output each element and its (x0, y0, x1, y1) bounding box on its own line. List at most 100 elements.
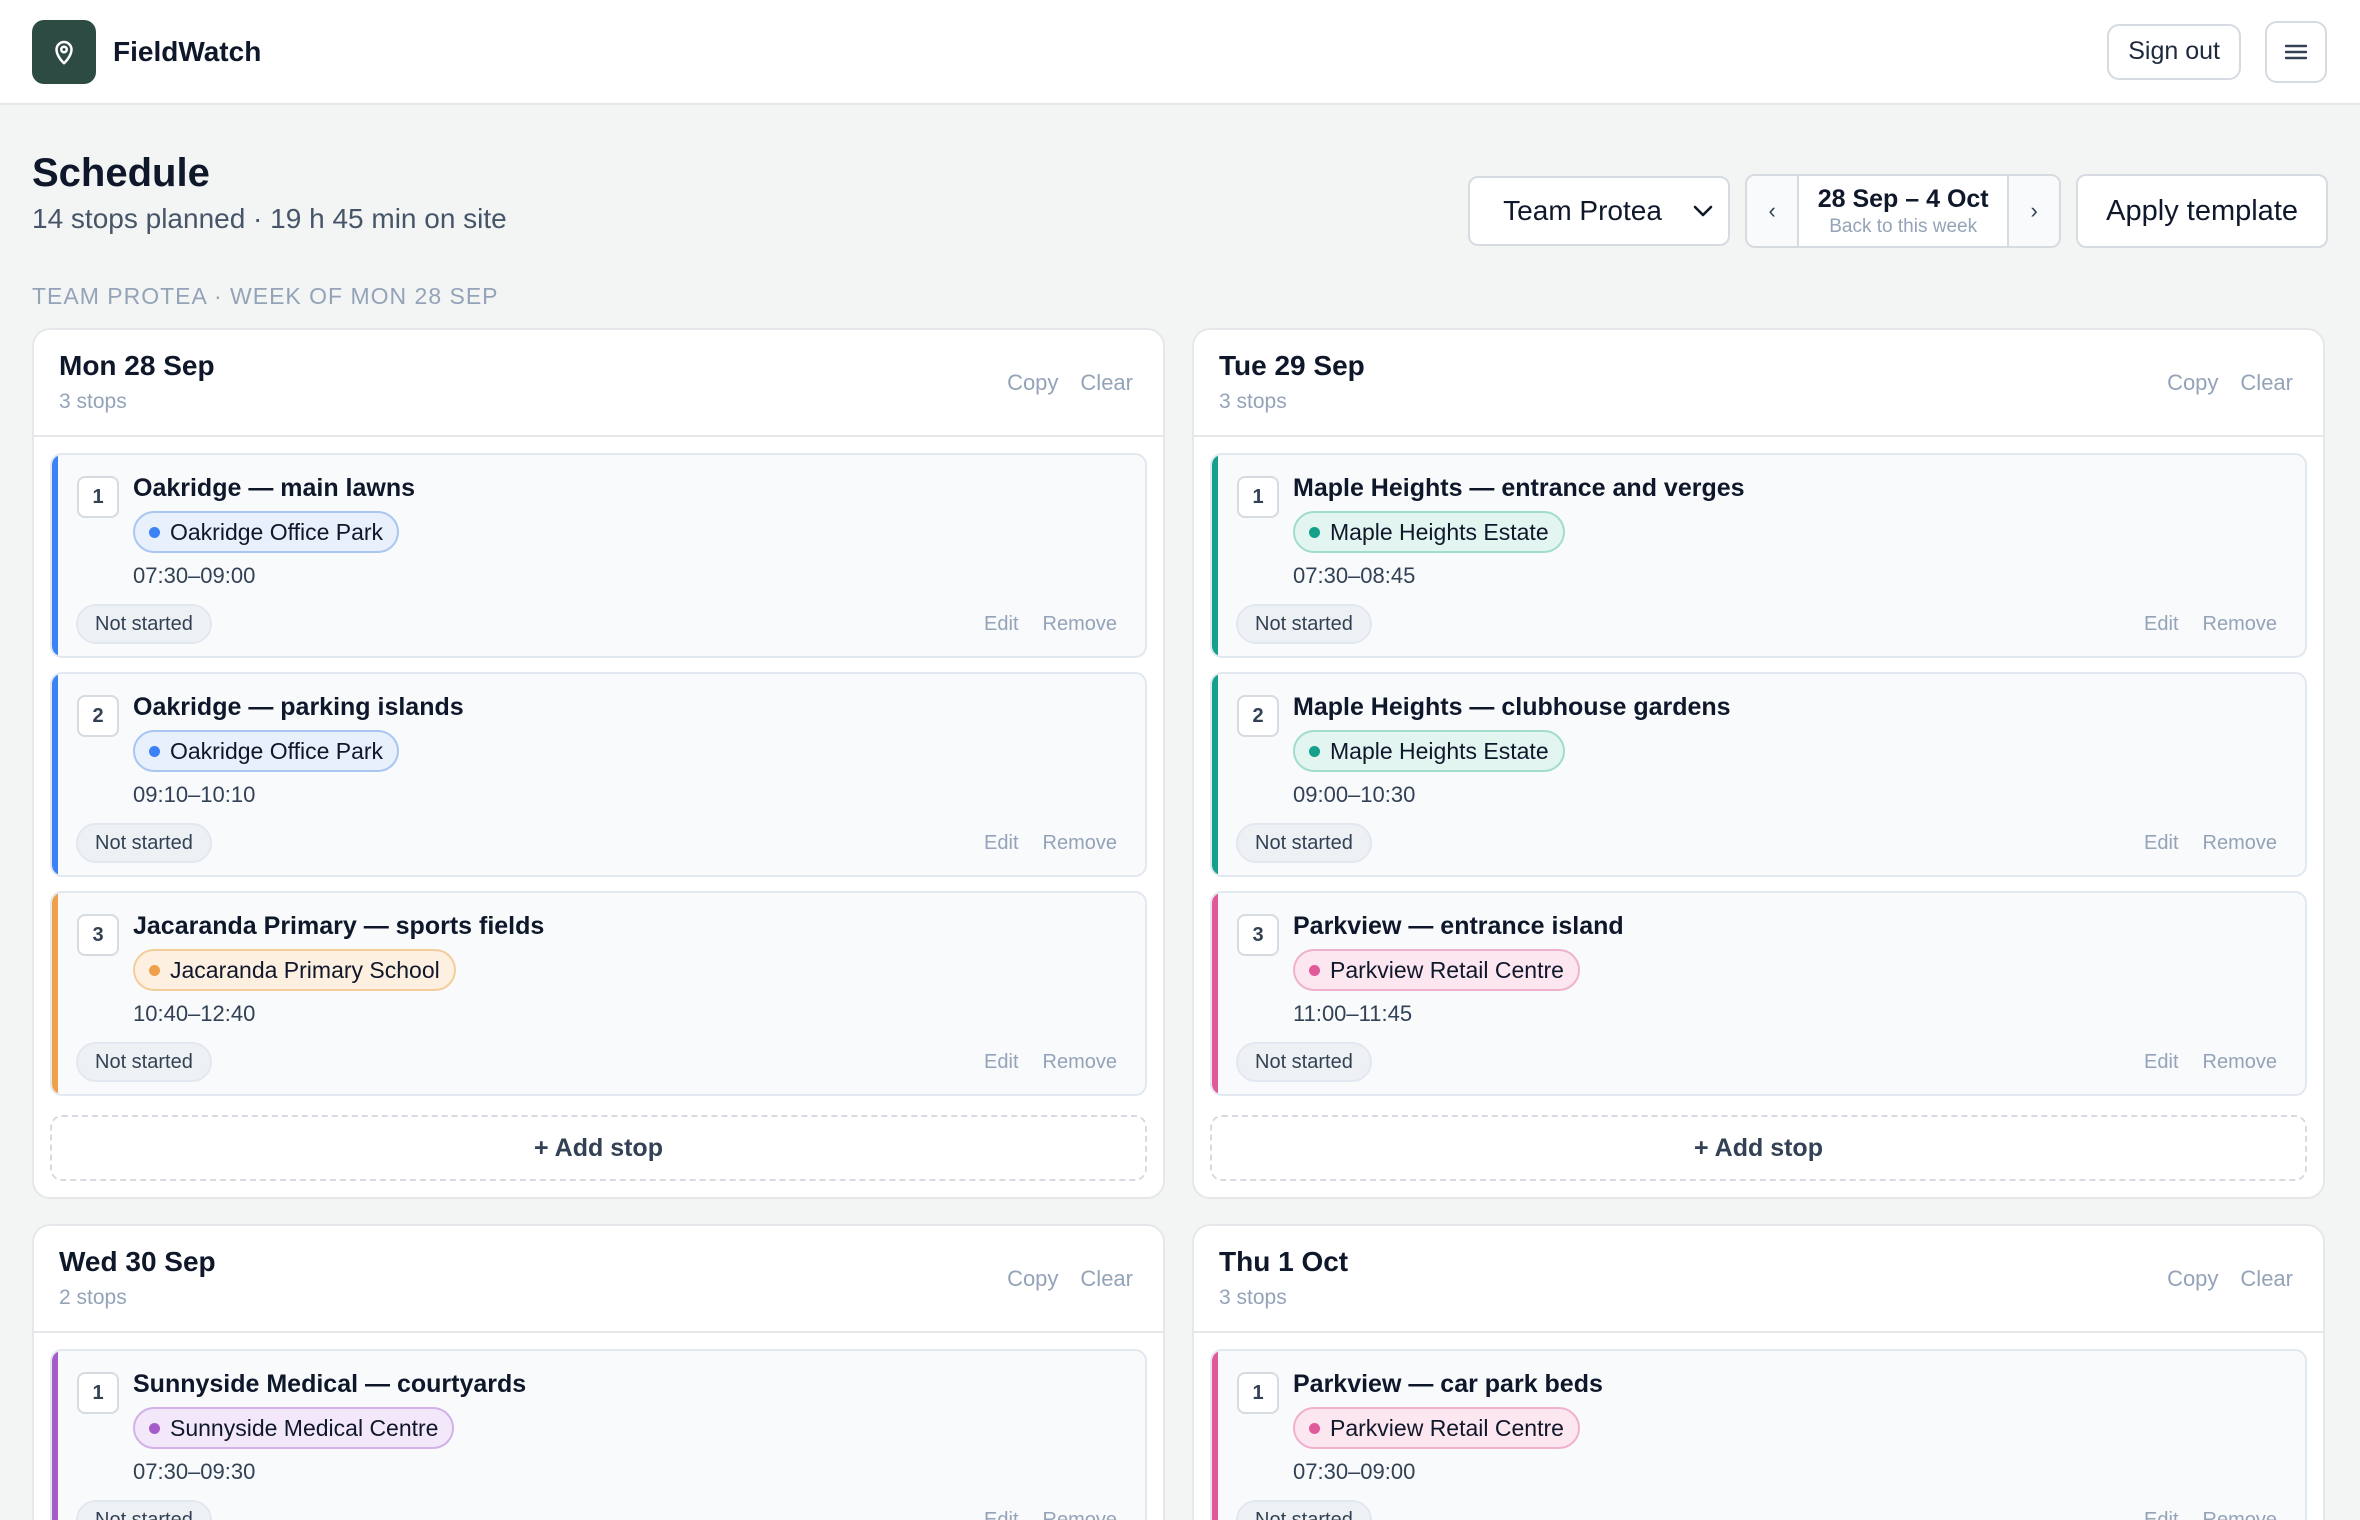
stop-time: 10:40–12:40 (133, 1001, 256, 1026)
stop-time: 11:00–11:45 (1293, 1001, 1413, 1026)
brand[interactable]: FieldWatch (32, 19, 262, 84)
day-header: Wed 30 Sep 2 stops Copy Clear (34, 1226, 1163, 1333)
stop-card[interactable]: 1 Sunnyside Medical — courtyards Sunnysi… (50, 1349, 1147, 1520)
site-pill: Maple Heights Estate (1293, 511, 1565, 553)
sign-out-button[interactable]: Sign out (2107, 23, 2241, 80)
site-pill: Sunnyside Medical Centre (133, 1407, 455, 1449)
copy-day-button[interactable]: Copy (1007, 370, 1058, 396)
remove-stop-button[interactable]: Remove (1043, 1509, 1117, 1520)
stop-card[interactable]: 1 Maple Heights — entrance and verges Ma… (1210, 453, 2307, 658)
stop-card[interactable]: 3 Jacaranda Primary — sports fields Jaca… (50, 891, 1147, 1096)
stop-number: 3 (77, 914, 119, 956)
stop-title: Maple Heights — clubhouse gardens (1293, 693, 1731, 721)
stop-list: 1 Oakridge — main lawns Oakridge Office … (34, 437, 1163, 1096)
next-week-button[interactable]: › (2007, 176, 2060, 246)
stop-title: Sunnyside Medical — courtyards (133, 1370, 527, 1398)
stop-title: Oakridge — parking islands (133, 693, 464, 721)
day-title: Wed 30 Sep (59, 1246, 216, 1277)
clear-day-button[interactable]: Clear (2240, 370, 2293, 396)
week-display[interactable]: 28 Sep – 4 Oct Back to this week (1799, 176, 2007, 246)
stop-title: Parkview — car park beds (1293, 1370, 1603, 1398)
stop-time: 07:30–08:45 (1293, 563, 1416, 588)
site-pill: Parkview Retail Centre (1293, 949, 1580, 991)
site-name: Jacaranda Primary School (170, 956, 440, 983)
stop-time: 09:00–10:30 (1293, 782, 1416, 807)
stop-card[interactable]: 1 Parkview — car park beds Parkview Reta… (1210, 1349, 2307, 1520)
stop-card[interactable]: 3 Parkview — entrance island Parkview Re… (1210, 891, 2307, 1096)
add-stop-button[interactable]: + Add stop (50, 1115, 1147, 1181)
edit-stop-button[interactable]: Edit (2144, 832, 2178, 855)
stop-color-bar (52, 893, 58, 1094)
back-to-this-week-link[interactable]: Back to this week (1829, 216, 1977, 238)
remove-stop-button[interactable]: Remove (1043, 1051, 1117, 1074)
site-dot-icon (1309, 964, 1320, 976)
edit-stop-button[interactable]: Edit (984, 1509, 1018, 1520)
site-name: Oakridge Office Park (170, 518, 384, 545)
edit-stop-button[interactable]: Edit (2144, 1509, 2178, 1520)
remove-stop-button[interactable]: Remove (2203, 832, 2277, 855)
day-stop-count: 2 stops (59, 1286, 127, 1309)
stop-color-bar (1212, 1351, 1218, 1520)
stop-time: 07:30–09:00 (133, 563, 256, 588)
day-title: Thu 1 Oct (1219, 1246, 1349, 1277)
day-card: Tue 29 Sep 3 stops Copy Clear 1 Maple He… (1192, 328, 2325, 1199)
stop-title: Jacaranda Primary — sports fields (133, 912, 545, 940)
stop-list: 1 Parkview — car park beds Parkview Reta… (1194, 1333, 2323, 1520)
site-name: Sunnyside Medical Centre (170, 1414, 439, 1441)
stop-number: 2 (77, 695, 119, 737)
remove-stop-button[interactable]: Remove (2203, 613, 2277, 636)
stop-card[interactable]: 2 Oakridge — parking islands Oakridge Of… (50, 672, 1147, 877)
copy-day-button[interactable]: Copy (2167, 1266, 2218, 1292)
remove-stop-button[interactable]: Remove (2203, 1509, 2277, 1520)
main-content: Schedule 14 stops planned · 19 h 45 min … (0, 149, 2360, 1520)
stop-time: 09:10–10:10 (133, 782, 256, 807)
stop-number: 1 (77, 1372, 119, 1414)
week-range: 28 Sep – 4 Oct (1817, 184, 1989, 213)
app-name: FieldWatch (113, 35, 262, 67)
add-stop-button[interactable]: + Add stop (1210, 1115, 2307, 1181)
clear-day-button[interactable]: Clear (1080, 370, 1133, 396)
stop-list: 1 Sunnyside Medical — courtyards Sunnysi… (34, 1333, 1163, 1520)
site-dot-icon (1309, 526, 1320, 538)
stop-card[interactable]: 2 Maple Heights — clubhouse gardens Mapl… (1210, 672, 2307, 877)
clear-day-button[interactable]: Clear (1080, 1266, 1133, 1292)
stop-title: Maple Heights — entrance and verges (1293, 474, 1745, 502)
remove-stop-button[interactable]: Remove (1043, 613, 1117, 636)
chevron-down-icon (1693, 205, 1713, 217)
status-badge: Not started (76, 1500, 212, 1520)
status-badge: Not started (76, 1042, 212, 1082)
clear-day-button[interactable]: Clear (2240, 1266, 2293, 1292)
stop-color-bar (52, 1351, 58, 1520)
remove-stop-button[interactable]: Remove (2203, 1051, 2277, 1074)
site-pill: Parkview Retail Centre (1293, 1407, 1580, 1449)
hamburger-icon (2284, 44, 2308, 59)
status-badge: Not started (1236, 1500, 1372, 1520)
top-bar: FieldWatch Sign out (0, 0, 2360, 105)
day-stop-count: 3 stops (59, 390, 127, 413)
edit-stop-button[interactable]: Edit (984, 1051, 1018, 1074)
menu-button[interactable] (2265, 20, 2327, 83)
day-header: Thu 1 Oct 3 stops Copy Clear (1194, 1226, 2323, 1333)
edit-stop-button[interactable]: Edit (984, 832, 1018, 855)
stop-card[interactable]: 1 Oakridge — main lawns Oakridge Office … (50, 453, 1147, 658)
stop-time: 07:30–09:30 (133, 1459, 256, 1484)
stop-list: 1 Maple Heights — entrance and verges Ma… (1194, 437, 2323, 1096)
day-header: Tue 29 Sep 3 stops Copy Clear (1194, 330, 2323, 437)
prev-week-button[interactable]: ‹ (1747, 176, 1800, 246)
edit-stop-button[interactable]: Edit (2144, 1051, 2178, 1074)
status-badge: Not started (1236, 1042, 1372, 1082)
apply-template-button[interactable]: Apply template (2076, 174, 2328, 248)
site-pill: Maple Heights Estate (1293, 730, 1565, 772)
day-card: Thu 1 Oct 3 stops Copy Clear 1 Parkview … (1192, 1224, 2325, 1520)
page-title: Schedule (32, 151, 210, 195)
edit-stop-button[interactable]: Edit (984, 613, 1018, 636)
copy-day-button[interactable]: Copy (2167, 370, 2218, 396)
edit-stop-button[interactable]: Edit (2144, 613, 2178, 636)
copy-day-button[interactable]: Copy (1007, 1266, 1058, 1292)
team-select-value: Team Protea (1503, 195, 1662, 226)
stop-number: 2 (1237, 695, 1279, 737)
site-dot-icon (149, 745, 160, 757)
team-select[interactable]: Team Protea (1468, 176, 1731, 246)
remove-stop-button[interactable]: Remove (1043, 832, 1117, 855)
stop-number: 3 (1237, 914, 1279, 956)
